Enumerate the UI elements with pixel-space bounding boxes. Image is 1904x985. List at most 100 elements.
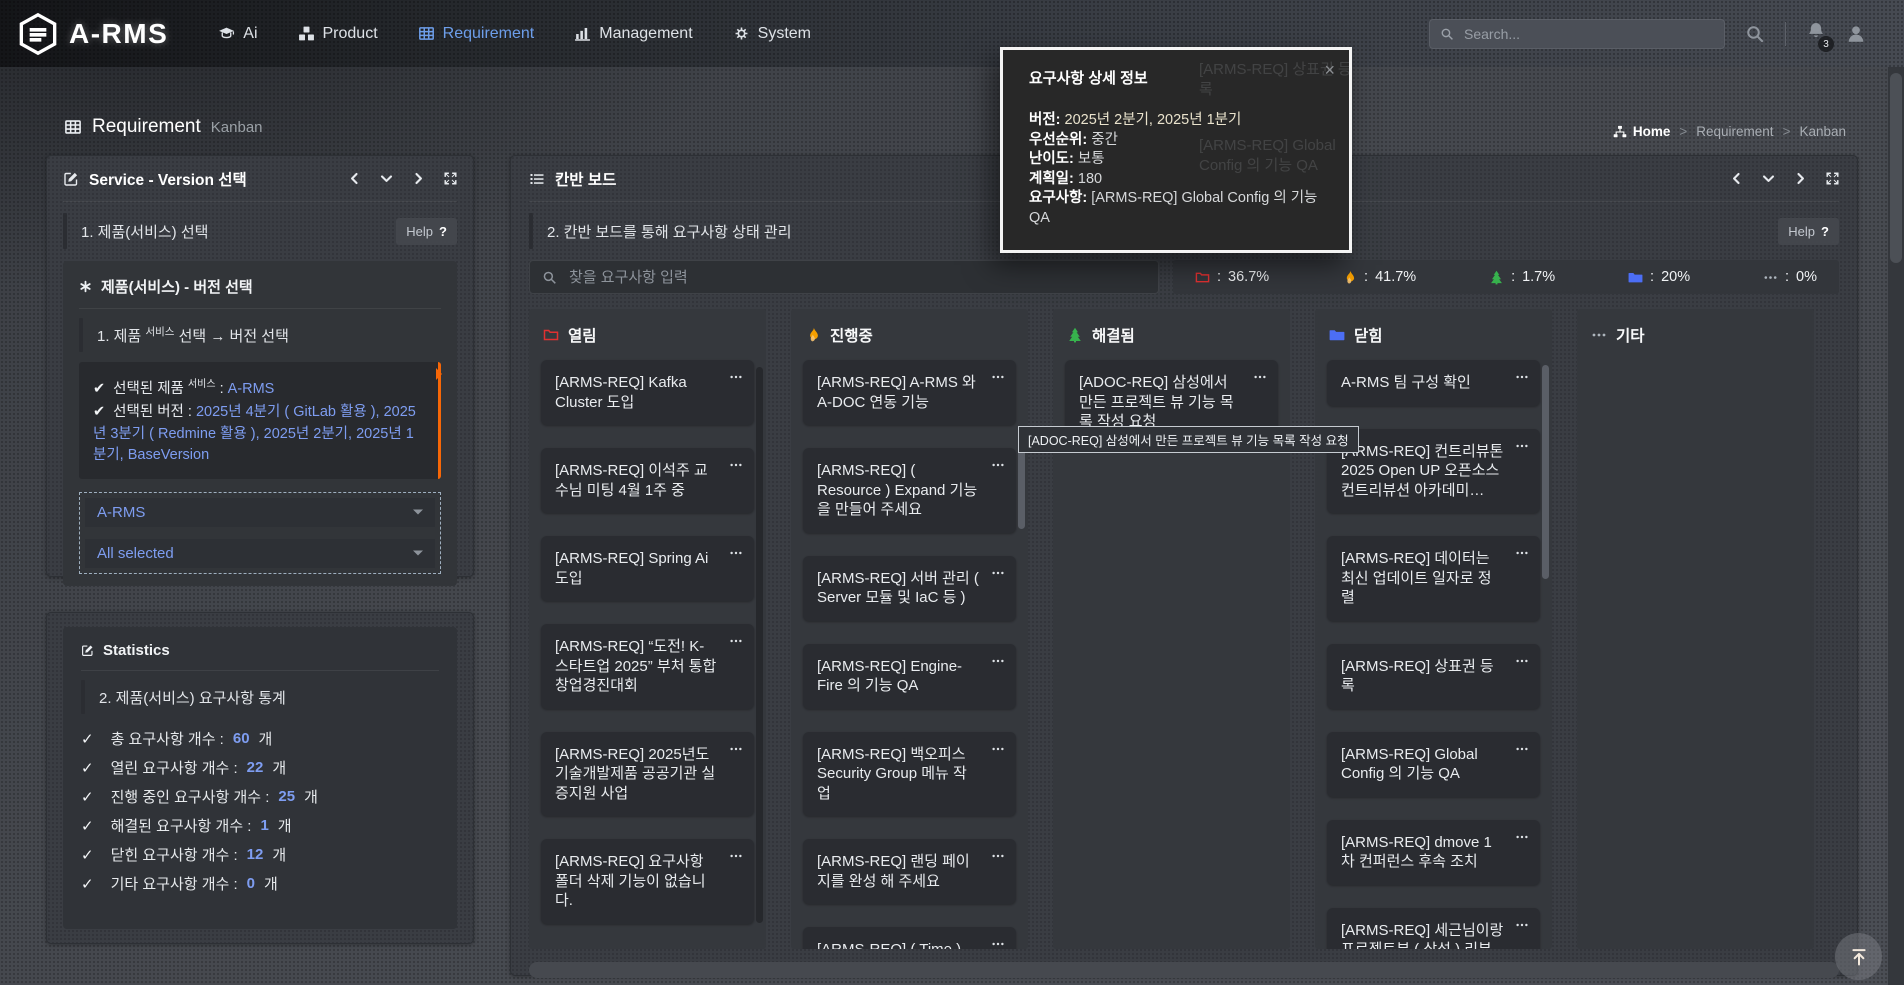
kanban-card[interactable]: [ARMS-REQ] Spring Ai 도입 <box>541 536 754 601</box>
kanban-card[interactable]: [ARMS-REQ] 세근님이랑 프로젝트뷰 ( 삼성 ) 리뷰 <box>1327 908 1540 950</box>
card-menu-button[interactable] <box>991 370 1005 390</box>
stat-value: 1 <box>260 817 268 834</box>
kanban-card[interactable]: [ARMS-REQ] 컨트리뷰톤 2025 Open UP 오픈소스 컨트리뷰션… <box>1327 429 1540 514</box>
help-button[interactable]: Help ? <box>396 218 457 245</box>
ellipsis-icon <box>991 742 1005 756</box>
window-scrollbar-thumb[interactable] <box>1890 73 1902 263</box>
menu-item-requirement[interactable]: Requirement <box>418 25 535 43</box>
menu-item-management[interactable]: Management <box>574 25 692 43</box>
kanban-card[interactable]: [ARMS-REQ] 랜딩 페이지를 완성 해 주세요 <box>803 839 1016 904</box>
kanban-card[interactable]: [ARMS-REQ] Global Config 의 기능 QA <box>1327 732 1540 797</box>
search-button[interactable] <box>1745 24 1765 44</box>
modal-field: 요구사항: [ARMS-REQ] Global Config 의 기능 QA <box>1029 189 1323 228</box>
card-menu-button[interactable] <box>1253 370 1267 390</box>
kanban-card[interactable]: [ARMS-REQ] Engine-Fire 의 기능 QA <box>803 644 1016 709</box>
step-accent <box>529 213 533 249</box>
breadcrumb-item-home[interactable]: Home <box>1613 124 1671 139</box>
close-icon[interactable]: × <box>1324 60 1335 81</box>
menu-item-ai[interactable]: Ai <box>218 25 257 43</box>
folder-icon <box>1628 270 1643 285</box>
card-menu-button[interactable] <box>1515 370 1529 390</box>
card-menu-button[interactable] <box>729 742 743 762</box>
card-menu-button[interactable] <box>729 370 743 390</box>
product-select[interactable]: A-RMS <box>85 498 435 527</box>
card-menu-button[interactable] <box>729 546 743 566</box>
kanban-card[interactable]: [ARMS-REQ] A-RMS 와 A-DOC 연동 기능 <box>803 360 1016 425</box>
requirement-search-input[interactable] <box>567 268 1146 287</box>
card-menu-button[interactable] <box>991 566 1005 586</box>
ellipsis-icon <box>729 849 743 863</box>
card-menu-button[interactable] <box>991 654 1005 674</box>
chevron-right-icon[interactable] <box>412 172 425 185</box>
kanban-card[interactable]: [ARMS-REQ] dmove 1차 컨퍼런스 후속 조치 <box>1327 820 1540 885</box>
menu-item-product[interactable]: Product <box>298 25 378 43</box>
card-menu-button[interactable] <box>1515 742 1529 762</box>
ellipsis-icon <box>991 458 1005 472</box>
ellipsis-icon <box>991 654 1005 668</box>
selected-product-value: A-RMS <box>228 381 275 397</box>
chevron-down-icon[interactable] <box>380 172 393 185</box>
column-scrollbar-thumb[interactable] <box>1542 365 1549 579</box>
kanban-card[interactable]: [ARMS-REQ] 상표권 등록 <box>1327 644 1540 709</box>
board-panel-title: 칸반 보드 <box>555 168 616 190</box>
page-title-sub: Kanban <box>211 119 263 136</box>
breadcrumb-item-kanban[interactable]: Kanban <box>1799 124 1846 139</box>
card-menu-button[interactable] <box>991 937 1005 949</box>
card-title: [ARMS-REQ] ( Time ) <box>817 941 961 949</box>
percentage-value: 20% <box>1661 269 1690 285</box>
card-menu-button[interactable] <box>991 849 1005 869</box>
kanban-card[interactable]: [ARMS-REQ] “도전! K-스타트업 2025” 부처 통합 창업경진대… <box>541 624 754 709</box>
kanban-card[interactable]: [ARMS-REQ] 이석주 교수님 미팅 4월 1주 중 <box>541 448 754 513</box>
brand-name: A-RMS <box>69 18 168 50</box>
column-header: 열림 <box>541 309 754 348</box>
horizontal-scrollbar[interactable] <box>529 962 1839 978</box>
kanban-card[interactable]: [ARMS-REQ] 백오피스 Security Group 메뉴 작업 <box>803 732 1016 817</box>
kanban-card[interactable]: [ARMS-REQ] 데이터는 최신 업데이트 일자로 정렬 <box>1327 536 1540 621</box>
box-step-row: 1. 제품 서비스 선택 → 버전 선택 <box>79 318 441 352</box>
card-menu-button[interactable] <box>729 634 743 654</box>
card-menu-button[interactable] <box>1515 918 1529 938</box>
card-menu-button[interactable] <box>1515 654 1529 674</box>
app-root: A-RMS Ai Product Requirement Management Syst… <box>0 0 1904 985</box>
board-search-row: : 36.7%: 41.7%: 1.7%: 20%: 0% <box>529 260 1839 294</box>
kanban-card[interactable]: [ARMS-REQ] ( Resource ) Expand 기능을 만들어 주… <box>803 448 1016 533</box>
kanban-card[interactable]: [ARMS-REQ] 요구사항 폴더 삭제 기능이 없습니다. <box>541 839 754 924</box>
kanban-card[interactable]: [ARMS-REQ] ( Time ) <box>803 927 1016 949</box>
column-scrollbar-thumb[interactable] <box>1018 449 1025 529</box>
column-title: 닫힘 <box>1354 324 1383 346</box>
card-menu-button[interactable] <box>991 742 1005 762</box>
column-scrollbar-thumb[interactable] <box>756 367 763 923</box>
chevron-down-icon[interactable] <box>1762 172 1775 185</box>
kanban-card[interactable]: [ARMS-REQ] 2025년도 기술개발제품 공공기관 실증지원 사업 <box>541 732 754 817</box>
chevron-left-icon[interactable] <box>1730 172 1743 185</box>
brand[interactable]: A-RMS <box>18 12 168 56</box>
kanban-card[interactable]: A-RMS 팀 구성 확인 <box>1327 360 1540 406</box>
ellipsis-icon <box>729 634 743 648</box>
global-search-input[interactable] <box>1462 25 1714 43</box>
card-menu-button[interactable] <box>1515 439 1529 459</box>
expand-icon[interactable] <box>444 172 457 185</box>
expand-icon[interactable] <box>1826 172 1839 185</box>
help-label: Help <box>406 224 433 239</box>
notifications-button[interactable]: 3 <box>1806 21 1826 46</box>
card-menu-button[interactable] <box>1515 546 1529 566</box>
chevron-left-icon[interactable] <box>348 172 361 185</box>
card-menu-button[interactable] <box>729 458 743 478</box>
menu-item-system[interactable]: System <box>733 25 811 43</box>
search-icon <box>542 270 557 285</box>
card-menu-button[interactable] <box>991 458 1005 478</box>
flame-icon <box>805 327 821 343</box>
card-menu-button[interactable] <box>1515 830 1529 850</box>
chevron-right-icon[interactable] <box>1794 172 1807 185</box>
kanban-card[interactable]: [ARMS-REQ] 서버 관리 ( Server 모듈 및 IaC 등 ) <box>803 556 1016 621</box>
modal-field-value: 중간 <box>1087 132 1118 148</box>
back-to-top-button[interactable] <box>1835 933 1882 980</box>
ellipsis-icon <box>729 742 743 756</box>
help-button[interactable]: Help ? <box>1778 218 1839 245</box>
percentage-value: 41.7% <box>1375 269 1416 285</box>
card-menu-button[interactable] <box>729 849 743 869</box>
version-select[interactable]: All selected <box>85 539 435 568</box>
kanban-card[interactable]: [ARMS-REQ] Kafka Cluster 도입 <box>541 360 754 425</box>
breadcrumb-item-requirement[interactable]: Requirement <box>1696 124 1773 139</box>
user-menu-button[interactable] <box>1846 24 1866 44</box>
